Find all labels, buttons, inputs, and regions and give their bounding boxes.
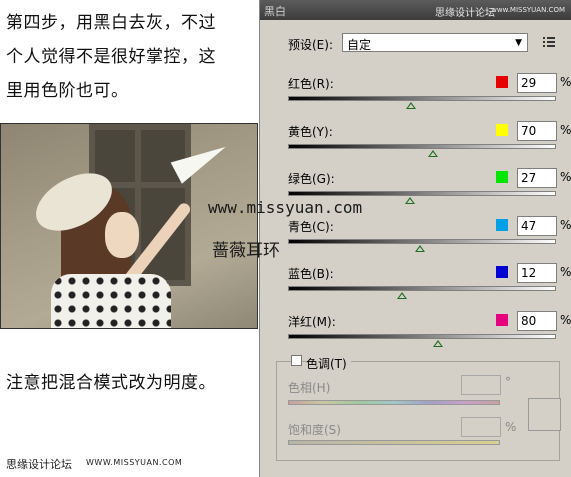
slider-thumb[interactable] — [433, 340, 444, 347]
slider-track[interactable] — [288, 144, 556, 149]
slider-thumb[interactable] — [405, 102, 416, 109]
percent-sign: % — [560, 170, 571, 184]
slider-label: 黄色(Y): — [288, 125, 333, 139]
titlebar-brand: 思缘设计论坛 — [435, 8, 495, 19]
percent-sign: % — [560, 265, 571, 279]
chevron-down-icon: ▼ — [515, 38, 522, 48]
hue-input[interactable] — [461, 375, 501, 395]
percent-sign: % — [560, 123, 571, 137]
color-swatch — [496, 76, 508, 88]
slider-track[interactable] — [288, 334, 556, 339]
color-swatch — [496, 219, 508, 231]
tint-group — [276, 361, 560, 461]
color-swatch — [496, 124, 508, 136]
tint-checkbox[interactable] — [291, 355, 302, 366]
photo-dress — [51, 274, 171, 328]
tint-label[interactable]: 色调(T) — [306, 355, 351, 372]
note-text: 注意把混合模式改为明度。 — [6, 373, 216, 393]
slider-value-input[interactable]: 47 — [517, 216, 557, 236]
example-photo — [0, 123, 258, 329]
slider-track[interactable] — [288, 191, 556, 196]
photo-face — [105, 212, 139, 258]
preset-options-icon[interactable] — [542, 35, 556, 49]
slider-track[interactable] — [288, 239, 556, 244]
watermark-url: www.missyuan.com — [208, 198, 363, 217]
hue-slider-track[interactable] — [288, 400, 500, 405]
black-white-dialog: 黑白 思缘设计论坛 www.MISSYUAN.COM 预设(E): 自定 ▼ 红… — [259, 0, 571, 477]
intro-line-2: 个人觉得不是很好掌控，这 — [6, 47, 216, 67]
slider-thumb[interactable] — [404, 197, 415, 204]
footer-brand: 思缘设计论坛 — [6, 458, 72, 471]
watermark-signature: 蔷薇耳环 — [212, 241, 280, 261]
slider-track[interactable] — [288, 96, 556, 101]
slider-label: 青色(C): — [288, 220, 334, 234]
slider-value-input[interactable]: 27 — [517, 168, 557, 188]
slider-thumb[interactable] — [415, 245, 426, 252]
dialog-title: 黑白 — [264, 5, 286, 18]
intro-text: 第四步，用黑白去灰，不过 个人觉得不是很好掌控，这 里用色阶也可。 — [6, 6, 258, 108]
saturation-input[interactable] — [461, 417, 501, 437]
slider-label: 洋红(M): — [288, 315, 336, 329]
slider-value-input[interactable]: 29 — [517, 73, 557, 93]
preset-label: 预设(E): — [288, 38, 333, 52]
hue-label: 色相(H) — [288, 381, 331, 395]
color-swatch — [496, 171, 508, 183]
slider-label: 红色(R): — [288, 77, 334, 91]
saturation-label: 饱和度(S) — [288, 423, 341, 437]
intro-line-3: 里用色阶也可。 — [6, 81, 129, 101]
percent-sign: % — [560, 218, 571, 232]
hue-unit: ° — [505, 375, 511, 389]
color-swatch — [496, 314, 508, 326]
titlebar-url: www.MISSYUAN.COM — [491, 6, 565, 14]
slider-track[interactable] — [288, 286, 556, 291]
intro-line-1: 第四步，用黑白去灰，不过 — [6, 13, 216, 33]
slider-value-input[interactable]: 70 — [517, 121, 557, 141]
slider-label: 绿色(G): — [288, 172, 335, 186]
preset-value: 自定 — [347, 38, 372, 52]
slider-thumb[interactable] — [427, 150, 438, 157]
percent-sign: % — [560, 75, 571, 89]
tint-color-preview[interactable] — [528, 398, 561, 431]
saturation-unit: % — [505, 420, 517, 434]
slider-thumb[interactable] — [396, 292, 407, 299]
dialog-titlebar[interactable]: 黑白 思缘设计论坛 www.MISSYUAN.COM — [260, 0, 571, 20]
percent-sign: % — [560, 313, 571, 327]
saturation-slider-track[interactable] — [288, 440, 500, 445]
footer-url: WWW.MISSYUAN.COM — [86, 458, 183, 467]
color-swatch — [496, 266, 508, 278]
preset-select[interactable]: 自定 ▼ — [342, 33, 528, 52]
slider-value-input[interactable]: 80 — [517, 311, 557, 331]
slider-label: 蓝色(B): — [288, 267, 334, 281]
slider-value-input[interactable]: 12 — [517, 263, 557, 283]
